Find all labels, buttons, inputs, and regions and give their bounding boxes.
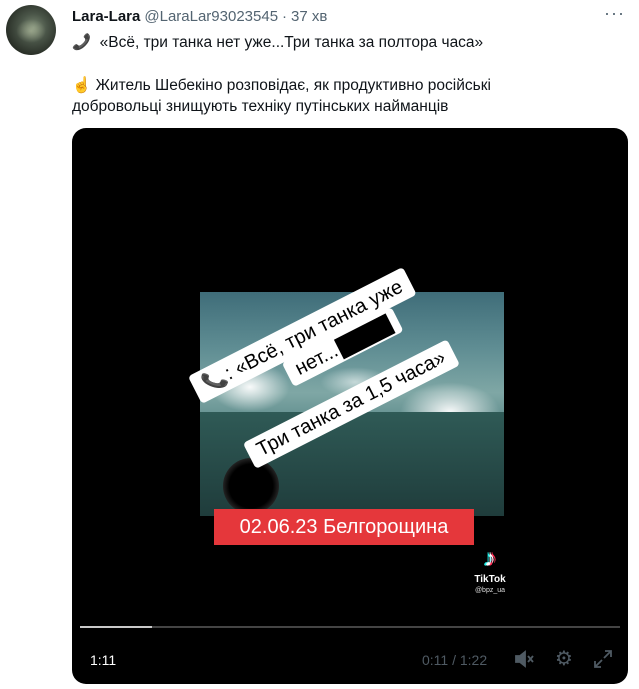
display-name[interactable]: Lara-Lara — [72, 8, 140, 25]
tweet-text-line-2: ☝️ Житель Шебекіно розповідає, як продук… — [72, 76, 491, 95]
tweet-body-line-2: добровольці знищують техніку путінських … — [72, 98, 449, 115]
fullscreen-icon[interactable] — [592, 648, 614, 670]
tiktok-logo-icon: ♪ — [484, 545, 496, 572]
mute-icon[interactable] — [513, 648, 535, 670]
tiktok-wordmark: TikTok — [474, 574, 506, 585]
phone-icon: 📞 — [72, 34, 92, 51]
settings-gear-icon[interactable]: ⚙ — [553, 648, 575, 670]
tweet-quote-text: «Всё, три танка нет уже...Три танка за п… — [99, 34, 484, 51]
tweet-header: Lara-Lara @LaraLar93023545 · 37 хв — [72, 6, 327, 26]
tiktok-watermark: ♪ TikTok @bpz_ua — [470, 545, 510, 595]
date-location-banner: 02.06.23 Белгорощина — [214, 509, 474, 545]
playback-time: 0:11 / 1:22 — [422, 652, 488, 668]
video-progress-fill — [80, 626, 153, 628]
elapsed-time: 1:11 — [90, 652, 117, 668]
user-handle[interactable]: @LaraLar93023545 — [144, 8, 278, 25]
tweet-text-line-1: 📞 «Всё, три танка нет уже...Три танка за… — [72, 33, 483, 52]
tweet-timestamp[interactable]: 37 хв — [291, 8, 327, 25]
tiktok-username: @bpz_ua — [474, 587, 506, 594]
tweet-body-line-1: Житель Шебекіно розповідає, як продуктив… — [95, 77, 491, 94]
separator-dot: · — [282, 7, 288, 25]
video-progress-bar[interactable] — [80, 626, 620, 628]
video-player[interactable]: 📞: «Всё, три танка уже нет... Три танка … — [72, 128, 628, 684]
avatar[interactable] — [6, 5, 56, 55]
more-options-icon[interactable]: ··· — [604, 4, 625, 22]
drone-scope — [223, 458, 279, 514]
pointing-up-hand-icon: ☝️ — [72, 77, 92, 94]
